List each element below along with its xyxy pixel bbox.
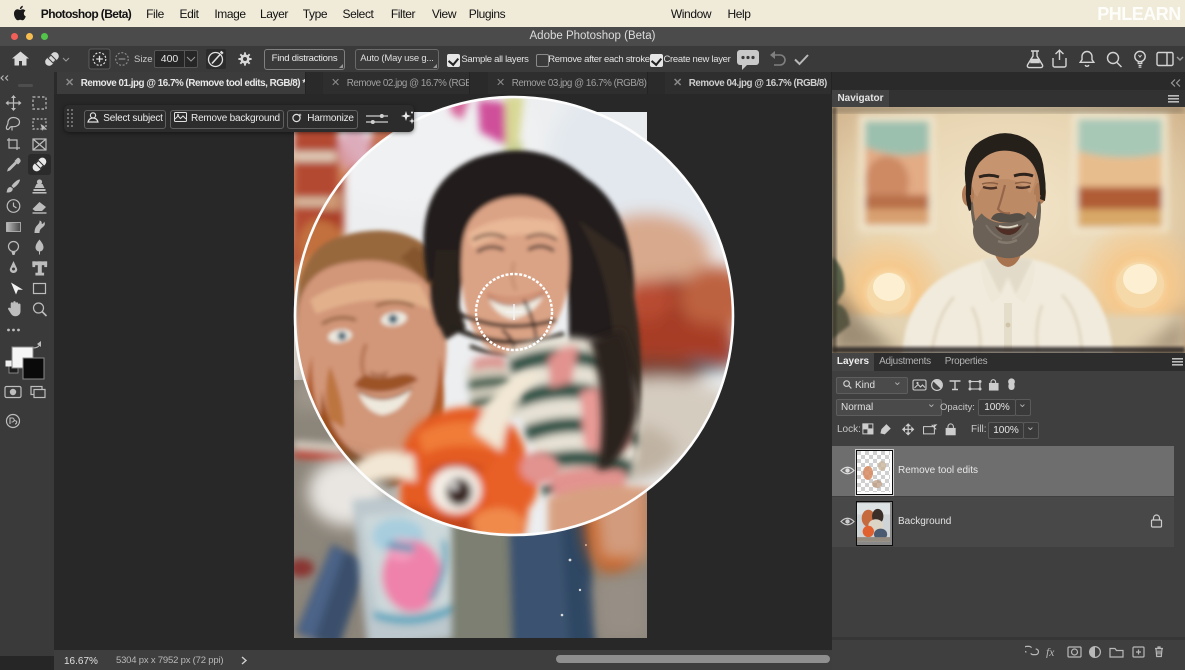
svg-text:fx: fx: [1046, 647, 1055, 658]
